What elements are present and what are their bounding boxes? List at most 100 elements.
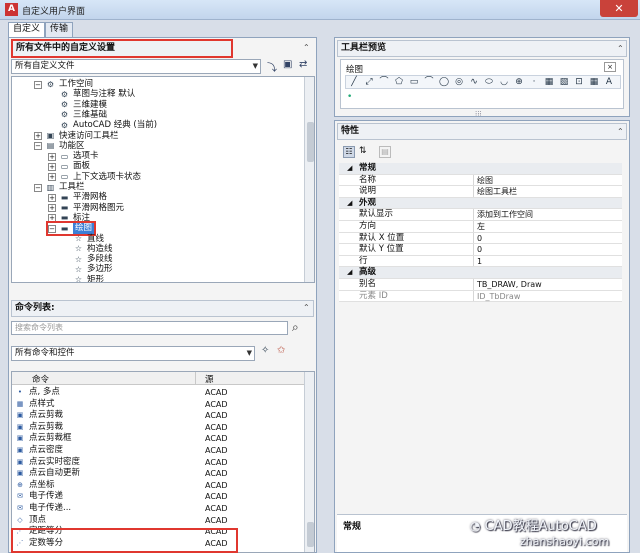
expand-node-icon[interactable]: + [48, 173, 56, 182]
star-icon[interactable]: ✩ [277, 345, 285, 356]
property-value[interactable]: 1 [477, 256, 482, 267]
property-row[interactable]: 说明 绘图工具栏 [339, 186, 622, 198]
property-row[interactable]: 别名 TB_DRAW, Draw [339, 279, 622, 291]
command-row[interactable]: ▣ 点云实时密度 ACAD [12, 457, 288, 468]
collapse-node-icon[interactable]: − [34, 183, 42, 192]
property-divider [473, 186, 474, 197]
command-row[interactable]: ▣ 点云自动更新 ACAD [12, 468, 288, 479]
draw-tool-icon[interactable]: ▦ [589, 77, 599, 88]
command-scrollbar[interactable] [304, 372, 314, 552]
collapse-node-icon[interactable]: − [48, 224, 56, 233]
alphabetical-sort-icon[interactable]: ⇅ [359, 146, 367, 156]
draw-tool-icon[interactable]: ⌒ [379, 77, 389, 88]
tab-customize[interactable]: 自定义 [8, 22, 46, 38]
column-header-source[interactable]: 源 [205, 373, 214, 385]
property-category[interactable]: ◢ 外观 [339, 197, 622, 210]
command-row[interactable]: • 点, 多点 ACAD [12, 387, 288, 398]
collapse-category-icon[interactable]: ◢ [347, 163, 352, 174]
draw-tool-icon[interactable]: ◡ [499, 77, 509, 88]
splitter-grip[interactable]: ⁝⁝⁝ [475, 110, 482, 118]
draw-tool-icon[interactable]: ▭ [409, 77, 419, 88]
title-bar: A 自定义用户界面 ✕ [0, 0, 640, 20]
expand-node-icon[interactable]: + [48, 214, 56, 223]
property-divider [473, 174, 474, 186]
draw-tool-icon[interactable]: ⊕ [514, 77, 524, 88]
expand-node-icon[interactable]: + [34, 132, 42, 140]
property-row[interactable]: 行1 [339, 255, 622, 268]
new-command-icon[interactable]: ✧ [261, 345, 269, 356]
collapse-category-icon[interactable]: ◢ [347, 198, 352, 209]
collapse-category-icon[interactable]: ◢ [347, 267, 352, 278]
property-value[interactable]: 添加到工作空间 [477, 209, 533, 220]
command-filter-select[interactable]: 所有命令和控件 ▼ [11, 346, 255, 361]
property-value[interactable]: 0 [477, 244, 482, 255]
property-row[interactable]: 名称 绘图 [339, 174, 622, 187]
collapse-preview-icon[interactable]: ⌃ [617, 44, 624, 53]
property-pages-icon[interactable]: ▤ [379, 146, 391, 158]
open-file-icon[interactable]: ⤵ [267, 59, 277, 74]
expand-node-icon[interactable]: + [48, 193, 56, 202]
transfer-icon[interactable]: ⇄ [299, 59, 307, 70]
property-row[interactable]: 方向 左 [339, 221, 622, 233]
expand-node-icon[interactable]: + [48, 162, 56, 171]
tab-transfer[interactable]: 传输 [45, 22, 74, 37]
property-category[interactable]: ◢ 常规 [339, 163, 622, 175]
command-icon: ▣ [16, 422, 24, 431]
property-row[interactable]: 默认 Y 位置 0 [339, 244, 622, 256]
expand-node-icon[interactable]: + [48, 204, 56, 213]
command-row[interactable]: ▣ 点云剪裁框 ACAD [12, 433, 288, 444]
property-row[interactable]: 默认显示 添加到工作空间 [339, 209, 622, 221]
draw-tool-icon[interactable]: ▧ [559, 77, 569, 88]
collapse-command-list-icon[interactable]: ⌃ [303, 303, 310, 312]
draw-tool-icon[interactable]: ∿ [469, 77, 479, 88]
property-value[interactable]: TB_DRAW, Draw [477, 279, 542, 290]
column-header-command[interactable]: 命令 [32, 373, 49, 385]
customizations-section-title: 所有文件中的自定义设置 [11, 39, 233, 58]
tree-node[interactable]: ☆ 矩形 [62, 275, 104, 282]
collapse-node-icon[interactable]: − [34, 80, 42, 89]
command-row[interactable]: ▣ 点云剪裁 ACAD [12, 422, 288, 433]
property-category[interactable]: ◢ 高级 [339, 267, 622, 279]
collapse-properties-icon[interactable]: ⌃ [617, 127, 624, 136]
draw-tool-icon[interactable]: ╱ [349, 77, 359, 88]
property-row[interactable]: 元素 ID ID_TbDraw [339, 290, 622, 303]
customization-file-select[interactable]: 所有自定义文件 ▼ [11, 59, 261, 74]
command-row[interactable]: ✉ 电子传递... ACAD [12, 503, 288, 514]
expand-node-icon[interactable]: + [48, 152, 56, 161]
command-row[interactable]: ◇ 顶点 ACAD [12, 515, 288, 526]
command-search-input[interactable]: 搜索命令列表 [11, 321, 288, 335]
tree-node-icon: ▭ [60, 151, 69, 161]
command-row[interactable]: ⊕ 点坐标 ACAD [12, 480, 288, 491]
property-value[interactable]: 绘图工具栏 [477, 186, 517, 197]
draw-tool-icon[interactable]: ◎ [454, 77, 464, 88]
preview-toolbar-name: 绘图 [346, 65, 364, 75]
collapse-node-icon[interactable]: − [34, 142, 42, 151]
property-value[interactable]: 绘图 [477, 175, 493, 186]
tree-scrollbar-thumb[interactable] [307, 122, 314, 162]
draw-tool-icon[interactable]: ⊡ [574, 77, 584, 88]
property-divider [473, 290, 474, 302]
draw-tool-icon[interactable]: · [529, 77, 539, 88]
close-button[interactable]: ✕ [600, 0, 638, 17]
save-icon[interactable]: ▣ [283, 59, 292, 70]
categorized-icon[interactable]: ☷ [343, 146, 355, 158]
draw-tool-icon[interactable]: ⬭ [484, 77, 494, 88]
command-row[interactable]: ▦ 点样式 ACAD [12, 399, 288, 410]
draw-tool-icon[interactable]: ⌒ [424, 77, 434, 88]
tree-scrollbar[interactable] [304, 77, 314, 282]
draw-tool-icon[interactable]: ▦ [544, 77, 554, 88]
command-row[interactable]: ✉ 电子传递 ACAD [12, 491, 288, 502]
draw-tool-icon[interactable]: ◯ [439, 77, 449, 88]
property-row[interactable]: 默认 X 位置 0 [339, 232, 622, 245]
draw-tool-icon[interactable]: ⬠ [394, 77, 404, 88]
collapse-section-icon[interactable]: ⌃ [303, 43, 310, 52]
command-row[interactable]: ▣ 点云剪裁 ACAD [12, 410, 288, 421]
preview-close-icon[interactable]: × [604, 62, 616, 72]
command-scrollbar-thumb[interactable] [307, 522, 314, 547]
search-icon[interactable]: ⌕ [292, 320, 299, 335]
property-value[interactable]: 左 [477, 221, 485, 232]
draw-tool-icon[interactable]: A [604, 77, 614, 88]
draw-tool-icon[interactable]: ⤢ [364, 77, 374, 88]
property-value[interactable]: 0 [477, 233, 482, 244]
command-row[interactable]: ▣ 点云密度 ACAD [12, 445, 288, 456]
